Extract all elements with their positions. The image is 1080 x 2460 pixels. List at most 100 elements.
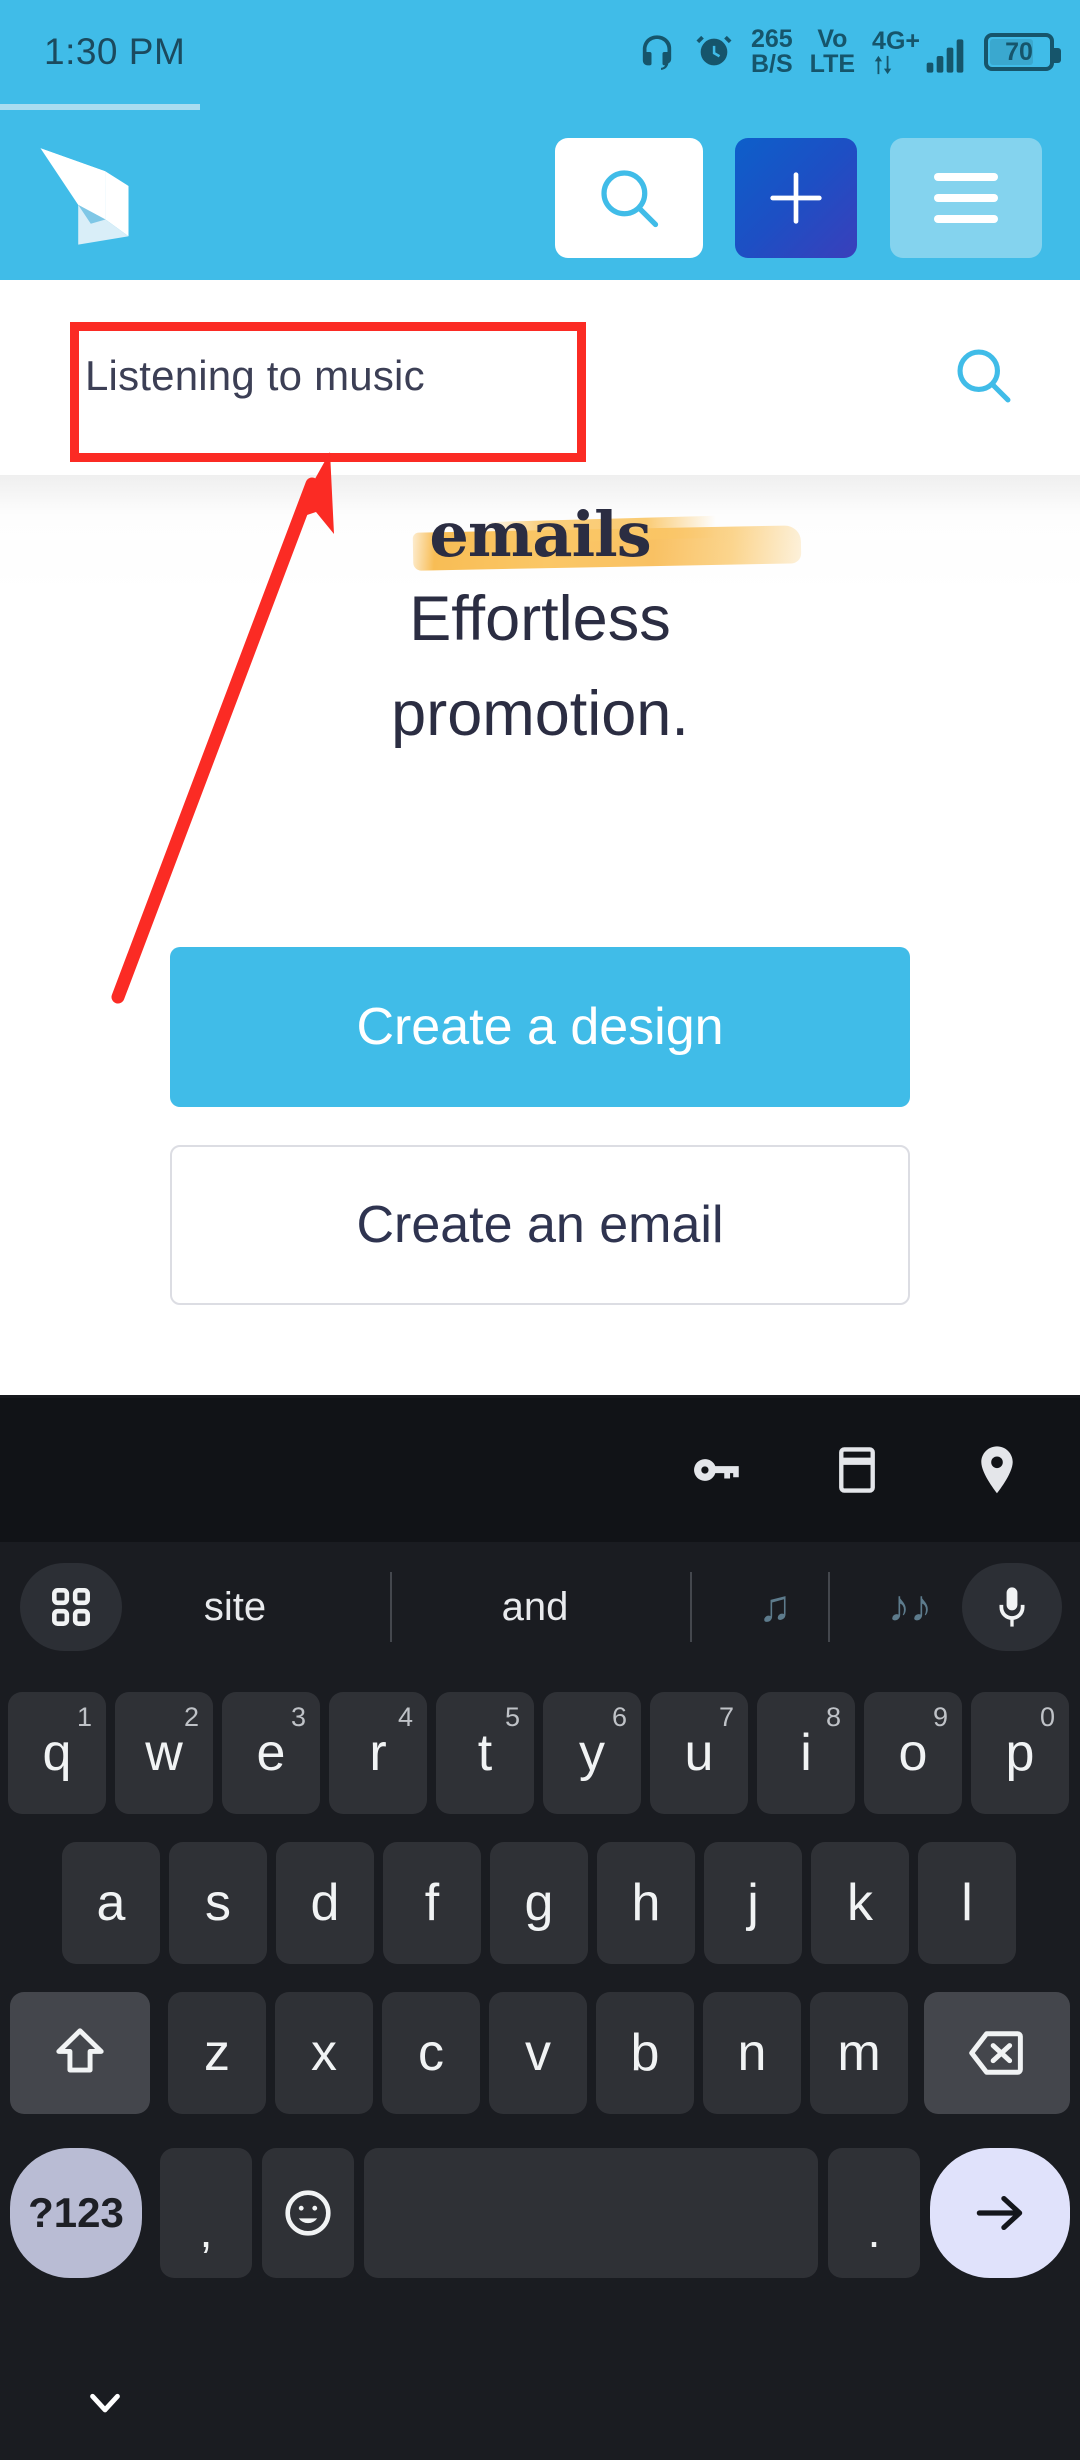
app-logo[interactable]	[32, 142, 137, 252]
key-m[interactable]: m	[810, 1992, 908, 2114]
suggestion-divider-1	[390, 1572, 392, 1642]
key-v[interactable]: v	[489, 1992, 587, 2114]
key-number: 7	[718, 1702, 734, 1732]
key-label: w	[145, 1724, 183, 1782]
space-key[interactable]	[364, 2148, 818, 2278]
key-o[interactable]: o9	[864, 1692, 962, 1814]
key-l[interactable]: l	[918, 1842, 1016, 1964]
key-label: v	[525, 2024, 551, 2082]
volte-line1: Vo	[817, 25, 848, 53]
key-j[interactable]: j	[704, 1842, 802, 1964]
status-bar: 1:30 PM 265 B/S Vo LTE 4G+ 70	[0, 0, 1080, 104]
key-a[interactable]: a	[62, 1842, 160, 1964]
comma-key[interactable]: ,	[160, 2148, 252, 2278]
suggestion-emoji-1[interactable]: ♫	[710, 1582, 840, 1632]
plus-icon	[770, 172, 822, 224]
signal-bars-icon	[926, 38, 964, 73]
data-rate-unit: B/S	[750, 50, 793, 78]
shift-key[interactable]	[10, 1992, 150, 2114]
key-r[interactable]: r4	[329, 1692, 427, 1814]
status-icons: 265 B/S Vo LTE 4G+ 70	[637, 26, 1061, 77]
key-label: b	[630, 2024, 660, 2082]
menu-button[interactable]	[890, 138, 1042, 258]
key-label: f	[424, 1874, 440, 1932]
key-label: c	[418, 2024, 444, 2082]
shift-icon	[56, 2028, 104, 2073]
suggestion-emoji-2[interactable]: ♪♪	[840, 1582, 980, 1632]
alarm-icon	[696, 35, 732, 66]
suggestion-word-2[interactable]: and	[420, 1585, 650, 1630]
chevron-down-icon[interactable]	[78, 2375, 132, 2429]
key-n[interactable]: n	[703, 1992, 801, 2114]
credit-card-icon[interactable]	[826, 1439, 888, 1501]
key-label: q	[42, 1724, 72, 1782]
key-label: o	[898, 1724, 928, 1782]
create-design-button[interactable]: Create a design	[170, 947, 910, 1107]
backspace-key[interactable]	[924, 1992, 1070, 2114]
key-q[interactable]: q1	[8, 1692, 106, 1814]
key-d[interactable]: d	[276, 1842, 374, 1964]
key-c[interactable]: c	[382, 1992, 480, 2114]
key-u[interactable]: u7	[650, 1692, 748, 1814]
network-type-label: 4G+	[872, 26, 920, 55]
key-label: e	[256, 1724, 286, 1782]
battery-indicator: 70	[984, 33, 1061, 71]
key-z[interactable]: z	[168, 1992, 266, 2114]
symbols-key[interactable]: ?123	[10, 2148, 142, 2278]
key-e[interactable]: e3	[222, 1692, 320, 1814]
autofill-bar	[0, 1398, 1080, 1542]
key-w[interactable]: w2	[115, 1692, 213, 1814]
volte-indicator: Vo LTE	[810, 27, 855, 77]
location-pin-icon[interactable]	[966, 1439, 1028, 1501]
keyboard-row-4: ?123 , .	[0, 2146, 1080, 2296]
key-number: 6	[611, 1702, 627, 1732]
keyboard-row-1: q1 w2 e3 r4 t5 y6 u7 i8 o9 p0	[0, 1688, 1080, 1818]
add-button[interactable]	[735, 138, 857, 258]
key-label: h	[631, 1874, 661, 1932]
enter-key[interactable]	[930, 2148, 1070, 2278]
suggestion-divider-2	[690, 1572, 692, 1642]
data-arrows-icon	[874, 55, 892, 74]
key-label: x	[311, 2024, 337, 2082]
page-title-line-1: Effortless	[409, 584, 671, 654]
key-x[interactable]: x	[275, 1992, 373, 2114]
search-submit-button[interactable]	[938, 330, 1028, 420]
key-label: s	[205, 1874, 231, 1932]
key-label: z	[204, 2024, 230, 2082]
key-label: t	[477, 1724, 493, 1782]
key-i[interactable]: i8	[757, 1692, 855, 1814]
key-s[interactable]: s	[169, 1842, 267, 1964]
key-icon[interactable]	[686, 1439, 748, 1501]
key-label: n	[737, 2024, 767, 2082]
data-rate-indicator: 265 B/S	[751, 27, 793, 77]
key-f[interactable]: f	[383, 1842, 481, 1964]
key-t[interactable]: t5	[436, 1692, 534, 1814]
microphone-icon[interactable]	[962, 1563, 1062, 1651]
key-b[interactable]: b	[596, 1992, 694, 2114]
create-email-button[interactable]: Create an email	[170, 1145, 910, 1305]
search-button[interactable]	[555, 138, 703, 258]
search-input-value: Listening to music	[85, 352, 425, 399]
key-k[interactable]: k	[811, 1842, 909, 1964]
key-p[interactable]: p0	[971, 1692, 1069, 1814]
key-y[interactable]: y6	[543, 1692, 641, 1814]
key-number: 5	[504, 1702, 520, 1732]
key-label: k	[847, 1874, 873, 1932]
browser-search-bar: Listening to music	[0, 280, 1080, 475]
grid-icon[interactable]	[20, 1563, 122, 1651]
battery-level: 70	[1005, 37, 1033, 66]
key-h[interactable]: h	[597, 1842, 695, 1964]
suggestion-word-1[interactable]: site	[140, 1585, 330, 1630]
key-label: l	[961, 1874, 973, 1932]
search-icon	[957, 349, 1011, 403]
hero-word-container: emails	[0, 498, 1080, 571]
period-key[interactable]: .	[828, 2148, 920, 2278]
key-g[interactable]: g	[490, 1842, 588, 1964]
key-label: j	[747, 1874, 759, 1932]
key-label: d	[310, 1874, 340, 1932]
emoji-key[interactable]	[262, 2148, 354, 2278]
hamburger-icon-line-2	[934, 194, 998, 202]
search-input[interactable]: Listening to music	[85, 326, 565, 426]
key-number: 3	[290, 1702, 306, 1732]
key-number: 2	[183, 1702, 199, 1732]
